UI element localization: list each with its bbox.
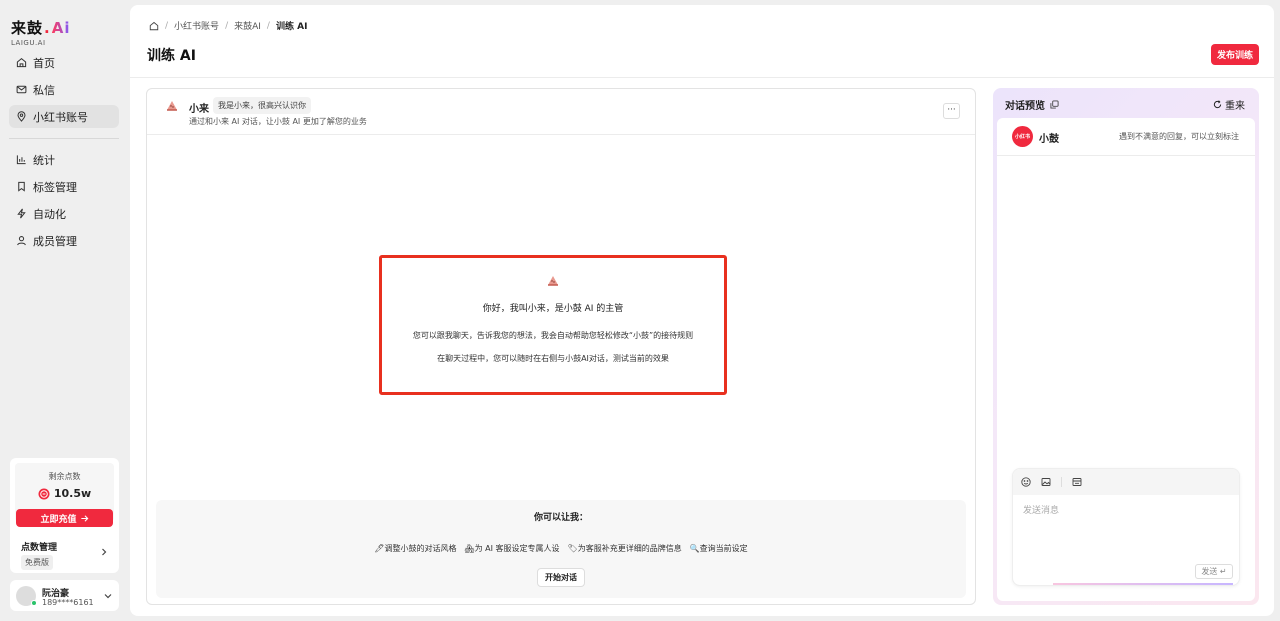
breadcrumb-separator: / (266, 20, 270, 31)
bot-avatar-icon (167, 101, 177, 111)
restart-button[interactable]: 重来 (1213, 97, 1245, 112)
suggestion-list: 🖊调整小鼓的对话风格 🏘为 AI 客服设定专属人设 🏷为客服补充更详细的品牌信息… (156, 543, 966, 554)
sidebar-item-stats[interactable]: 统计 (9, 148, 119, 171)
bot-avatar-icon (548, 276, 558, 286)
toolbar-divider (1061, 477, 1062, 487)
suggestion-item[interactable]: 🔍查询当前设定 (690, 543, 748, 554)
conversation-preview-panel: 对话预览 重来 小红书 小鼓 遇到不满意的回复，可以立刻标注 发送消息 发送 ↵ (993, 88, 1259, 605)
emoji-icon[interactable] (1021, 477, 1031, 487)
suggestion-title: 你可以让我： (533, 513, 588, 523)
sidebar-item-home[interactable]: 首页 (9, 51, 119, 74)
breadcrumb-item[interactable]: 小红书账号 (174, 19, 219, 32)
publish-training-button[interactable]: 发布训练 (1211, 44, 1259, 65)
sidebar-item-label: 自动化 (33, 207, 66, 221)
intro-title: 你好，我叫小来，是小鼓 AI 的主管 (482, 304, 624, 314)
preview-chat-window: 小红书 小鼓 遇到不满意的回复，可以立刻标注 发送消息 发送 ↵ (997, 118, 1255, 601)
home-icon (16, 57, 27, 68)
suggestion-item[interactable]: 🏘为 AI 客服设定专属人设 (464, 543, 559, 554)
sidebar-item-label: 私信 (33, 83, 55, 97)
preview-title: 对话预览 (1005, 101, 1045, 112)
preview-bot-name: 小鼓 (1039, 134, 1059, 145)
sidebar-item-tags[interactable]: 标签管理 (9, 175, 119, 198)
sidebar-item-messages[interactable]: 私信 (9, 78, 119, 101)
breadcrumb: / 小红书账号 / 来鼓AI / 训练 AI (149, 19, 307, 32)
brand-ai: Ai (51, 18, 71, 37)
suggestion-item[interactable]: 🖊调整小鼓的对话风格 (374, 543, 456, 554)
bookmark-icon (18, 181, 25, 192)
preview-header: 小红书 小鼓 遇到不满意的回复，可以立刻标注 (997, 118, 1255, 156)
chevron-down-icon[interactable] (104, 592, 112, 600)
sidebar-item-label: 成员管理 (33, 234, 77, 248)
user-card[interactable]: 阮治豪 189****6161 (10, 580, 119, 611)
arrow-right-icon (80, 514, 88, 522)
restart-label: 重来 (1225, 101, 1245, 112)
sidebar-item-label: 统计 (33, 153, 55, 167)
training-chat-panel: 小来 我是小来，很高兴认识你 通过和小来 AI 对话，让小鼓 AI 更加了解您的… (146, 88, 976, 605)
sidebar-item-members[interactable]: 成员管理 (9, 229, 119, 252)
chevron-right-icon[interactable] (100, 548, 108, 556)
composer-toolbar (1013, 469, 1239, 495)
location-pin-icon (17, 111, 26, 122)
sidebar-item-automation[interactable]: 自动化 (9, 202, 119, 225)
brand-logo[interactable]: 来鼓. Ai LAIGU.AI (11, 17, 71, 48)
brand-name: 来鼓 (11, 19, 44, 37)
breadcrumb-separator: / (225, 20, 229, 31)
mail-icon (16, 85, 27, 94)
sidebar-nav: 首页 私信 小红书账号 统计 标签管理 自动化 成员管理 (9, 51, 119, 256)
refresh-icon (1213, 100, 1222, 109)
sidebar: 来鼓.Ai LAIGU.AI 首页 私信 小红书账号 统计 标签管理 自动化 (0, 0, 130, 621)
message-input[interactable]: 发送消息 (1023, 503, 1059, 516)
composer-accent-bar (1053, 583, 1233, 585)
points-value: 10.5w (53, 487, 92, 500)
chat-header: 小来 我是小来，很高兴认识你 通过和小来 AI 对话，让小鼓 AI 更加了解您的… (147, 89, 975, 135)
points-label: 剩余点数 (48, 472, 81, 481)
home-icon[interactable] (149, 21, 159, 31)
preview-bot-avatar: 小红书 (1012, 126, 1033, 147)
suggestion-box: 你可以让我： 🖊调整小鼓的对话风格 🏘为 AI 客服设定专属人设 🏷为客服补充更… (156, 500, 966, 598)
breadcrumb-current: 训练 AI (275, 22, 308, 32)
bot-description: 通过和小来 AI 对话，让小鼓 AI 更加了解您的业务 (189, 117, 367, 126)
user-icon (17, 236, 26, 246)
plan-badge: 免费版 (21, 555, 53, 570)
image-icon[interactable] (1041, 477, 1051, 487)
preview-title-row: 对话预览 (1005, 97, 1059, 112)
bot-tagline: 我是小来，很高兴认识你 (213, 97, 311, 114)
recharge-label: 立即充值 (40, 514, 77, 525)
main-panel: / 小红书账号 / 来鼓AI / 训练 AI 训练 AI 发布训练 小来 我是小… (130, 5, 1274, 616)
bar-chart-icon (16, 155, 26, 165)
points-value-row: 10.5w (15, 487, 114, 500)
preview-annotation-hint: 遇到不满意的回复，可以立刻标注 (1119, 132, 1239, 141)
sidebar-item-label: 首页 (33, 56, 55, 70)
online-status-dot (31, 600, 37, 606)
points-management-label[interactable]: 点数管理 (21, 540, 57, 553)
more-options-button[interactable]: ··· (943, 103, 960, 119)
sidebar-item-xiaohongshu[interactable]: 小红书账号 (9, 105, 119, 128)
bot-name: 小来 (189, 104, 209, 115)
breadcrumb-item[interactable]: 来鼓AI (234, 19, 261, 32)
header-divider (130, 77, 1274, 78)
send-button[interactable]: 发送 ↵ (1195, 564, 1233, 579)
lightning-icon (17, 208, 26, 219)
coin-icon (38, 488, 50, 499)
page-title: 训练 AI (147, 48, 196, 64)
intro-line: 您可以跟我聊天，告诉我您的想法，我会自动帮助您轻松修改“小鼓”的接待规则 (412, 331, 694, 340)
sidebar-divider (9, 138, 119, 139)
message-composer: 发送消息 发送 ↵ (1012, 468, 1240, 586)
suggestion-item[interactable]: 🏷为客服补充更详细的品牌信息 (568, 543, 682, 554)
sidebar-item-label: 小红书账号 (33, 110, 88, 124)
start-conversation-button[interactable]: 开始对话 (537, 568, 585, 587)
sidebar-item-label: 标签管理 (33, 180, 77, 194)
user-phone: 189****6161 (42, 598, 94, 607)
brand-subtitle: LAIGU.AI (11, 39, 46, 47)
card-icon[interactable] (1072, 477, 1082, 487)
breadcrumb-separator: / (165, 20, 169, 31)
copy-icon[interactable] (1050, 100, 1059, 109)
intro-line: 在聊天过程中，您可以随时在右侧与小鼓AI对话，测试当前的效果 (437, 354, 669, 363)
recharge-button[interactable]: 立即充值 (16, 509, 113, 527)
points-card: 剩余点数 10.5w 立即充值 点数管理 免费版 (10, 458, 119, 573)
intro-message-box: 你好，我叫小来，是小鼓 AI 的主管 您可以跟我聊天，告诉我您的想法，我会自动帮… (379, 255, 727, 395)
